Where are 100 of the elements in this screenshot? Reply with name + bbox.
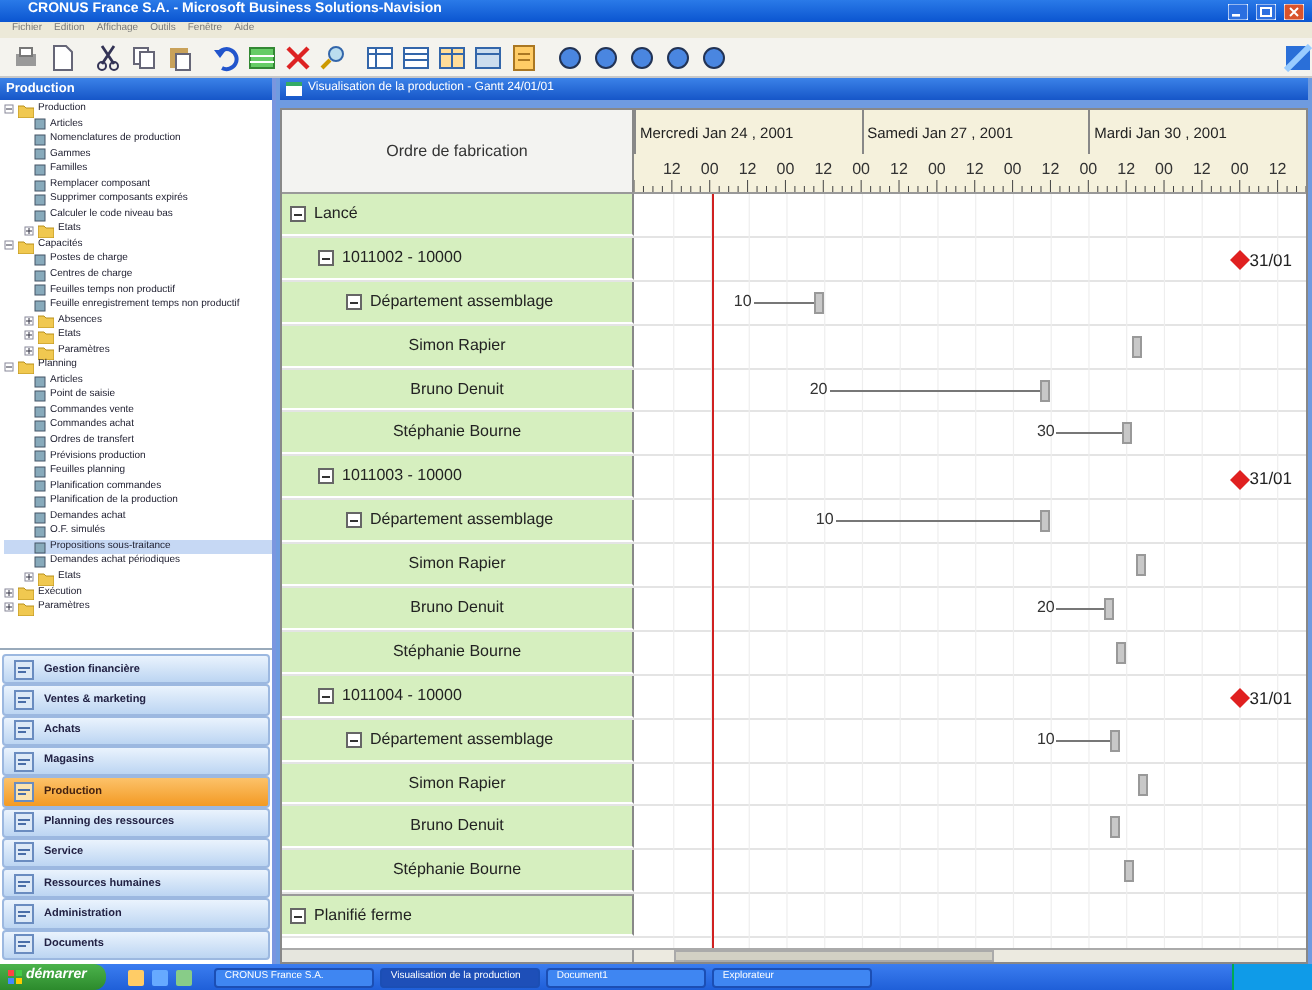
- close-icon[interactable]: [1284, 3, 1304, 19]
- row-text: Stéphanie Bourne: [392, 639, 522, 664]
- row-text: Stéphanie Bourne: [392, 858, 522, 883]
- hour-label: 00: [852, 158, 871, 182]
- module-icon: [14, 904, 34, 925]
- module-icon: [14, 873, 34, 894]
- undo-icon[interactable]: [212, 43, 240, 71]
- circle-icon[interactable]: [664, 43, 692, 71]
- row-text: 1011004 - 10000: [342, 683, 462, 708]
- hour-label: 12: [890, 158, 908, 182]
- milestone-icon: [1229, 250, 1250, 271]
- windows-logo-icon: [8, 970, 22, 984]
- task-bar: [1135, 554, 1146, 577]
- bar-label: 10: [1036, 727, 1057, 752]
- system-tray: [1232, 964, 1312, 990]
- delete-icon[interactable]: [284, 43, 312, 71]
- hour-label: 12: [1268, 158, 1287, 182]
- hour-label: 00: [776, 158, 795, 182]
- milestone-label: 31/01: [1249, 247, 1293, 274]
- hour-label: 00: [700, 158, 719, 182]
- hour-label: 12: [738, 158, 757, 182]
- help-icon[interactable]: [1284, 43, 1312, 71]
- print-icon[interactable]: [12, 43, 40, 71]
- expand-icon: [24, 572, 34, 583]
- milestone-label: 31/01: [1249, 466, 1293, 493]
- collapse-icon[interactable]: [346, 512, 362, 529]
- table-icon[interactable]: [402, 43, 430, 71]
- hour-label: 12: [814, 158, 833, 182]
- task-bar: [1056, 729, 1120, 752]
- module-icon: [14, 689, 34, 710]
- column-header: Ordre de fabrication: [282, 110, 632, 192]
- module-icon: [14, 751, 34, 772]
- table-icon[interactable]: [366, 43, 394, 71]
- hour-label: 12: [1041, 158, 1060, 182]
- row-text: Lancé: [314, 201, 358, 226]
- row-text: Stéphanie Bourne: [392, 420, 522, 445]
- milestone-icon: [1229, 469, 1250, 490]
- table-icon[interactable]: [474, 43, 502, 71]
- expand-icon: [24, 225, 34, 236]
- row-text: Département assemblage: [370, 508, 554, 533]
- grid-icon[interactable]: [248, 43, 276, 71]
- document-icon[interactable]: [48, 43, 76, 71]
- hour-label: 00: [1079, 158, 1098, 182]
- module-icon: [14, 659, 34, 680]
- hour-label: 00: [927, 158, 946, 182]
- circle-icon[interactable]: [556, 43, 584, 71]
- task-bar: [1116, 641, 1127, 664]
- collapse-icon[interactable]: [290, 205, 306, 222]
- expand-icon: [24, 315, 34, 326]
- module-icon: [14, 812, 34, 833]
- collapse-icon[interactable]: [318, 687, 334, 704]
- collapse-icon[interactable]: [318, 249, 334, 266]
- module-icon: [14, 842, 34, 863]
- module-icon: [14, 781, 34, 802]
- hour-label: 00: [1003, 158, 1022, 182]
- collapse-icon[interactable]: [290, 907, 306, 924]
- circle-icon[interactable]: [628, 43, 656, 71]
- cut-icon[interactable]: [94, 43, 122, 71]
- milestone-label: 31/01: [1249, 685, 1293, 712]
- module-icon: [14, 720, 34, 741]
- copy-icon[interactable]: [130, 43, 158, 71]
- collapse-icon[interactable]: [346, 293, 362, 310]
- task-bar: [1110, 816, 1121, 839]
- collapse-icon[interactable]: [346, 731, 362, 748]
- hour-label: 00: [1230, 158, 1249, 182]
- task-bar: [1132, 335, 1143, 358]
- task-bar: [1123, 860, 1134, 883]
- module-icon: [14, 934, 34, 955]
- task-bar: [1056, 422, 1133, 445]
- window-icon: [286, 82, 302, 96]
- task-bar: [1138, 773, 1149, 796]
- scrollbar[interactable]: [282, 950, 634, 962]
- hour-label: 12: [662, 158, 681, 182]
- search-icon[interactable]: [320, 43, 348, 71]
- row-text: 1011002 - 10000: [342, 245, 462, 270]
- hour-label: 12: [1192, 158, 1211, 182]
- circle-icon[interactable]: [700, 43, 728, 71]
- hour-label: 12: [1117, 158, 1136, 182]
- circle-icon[interactable]: [592, 43, 620, 71]
- row-text: Bruno Denuit: [410, 814, 504, 839]
- minimize-icon[interactable]: [1228, 3, 1248, 19]
- form-icon[interactable]: [510, 43, 538, 71]
- row-text: Simon Rapier: [408, 771, 506, 796]
- paste-icon[interactable]: [166, 43, 194, 71]
- hour-label: 00: [1155, 158, 1173, 182]
- row-text: Département assemblage: [370, 289, 554, 314]
- row-text: Département assemblage: [370, 727, 554, 752]
- expand-icon: [24, 330, 34, 341]
- table-icon[interactable]: [438, 43, 466, 71]
- row-text: Bruno Denuit: [410, 595, 504, 620]
- expand-icon: [24, 346, 34, 357]
- bar-label: 20: [1036, 596, 1057, 621]
- row-text: Bruno Denuit: [410, 377, 504, 401]
- maximize-icon[interactable]: [1256, 3, 1276, 19]
- hour-label: 12: [965, 158, 984, 182]
- milestone-icon: [1229, 688, 1250, 709]
- row-text: 1011003 - 10000: [342, 464, 462, 489]
- bar-label: 30: [1036, 420, 1057, 445]
- collapse-icon[interactable]: [318, 468, 334, 485]
- row-text: Planifié ferme: [314, 903, 412, 928]
